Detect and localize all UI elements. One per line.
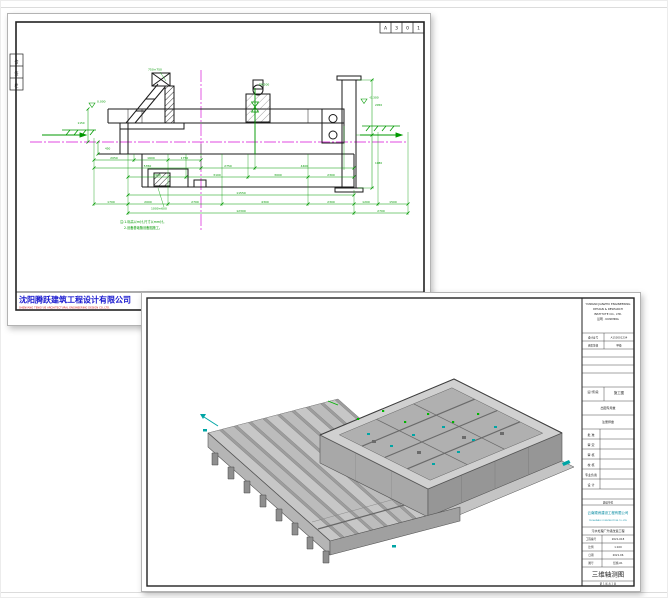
project-name: 污水处理厂升级改造工程	[591, 528, 624, 533]
dim-label: 11550	[236, 191, 246, 195]
role-label: 审 定	[588, 442, 595, 447]
elevation-label: -0.300	[369, 96, 379, 100]
dim-label: 1980	[375, 161, 382, 165]
dim-label: 2300	[327, 173, 335, 177]
role-label: 专业负责	[585, 472, 597, 477]
corner-cell: 0	[406, 26, 409, 32]
cert-label: 设计证号	[588, 336, 599, 340]
dim-label: 2000	[144, 200, 152, 204]
elevation-mark-icon	[89, 103, 95, 108]
grade-label: 资质等级	[588, 344, 599, 348]
role-label: 审 核	[588, 452, 595, 457]
date-label: 日期	[588, 553, 594, 557]
dim-label: 2300	[327, 200, 335, 204]
sign-box-char: 栏	[15, 82, 19, 88]
dim-label: 450	[105, 147, 111, 151]
grade-value: 甲级	[616, 344, 622, 348]
dimension-labels: 2050 1600 1750 5350 2750 4400 2900 3100 …	[77, 103, 396, 213]
sheet1-frame	[10, 22, 424, 310]
corner-cell: A	[384, 26, 388, 32]
no-label: 图号	[588, 561, 594, 565]
page-label: 第 1 张 共 1 张	[600, 581, 617, 585]
dim-label: 3000	[274, 173, 282, 177]
elevation-label: 0.000	[97, 100, 106, 104]
company-name-cn: 沈阳腾跃建筑工程设计有限公司	[19, 295, 131, 305]
dim-label: 1200	[362, 200, 370, 204]
sign-box-labels: 会 签 栏	[15, 58, 19, 88]
role-label: 校 核	[588, 462, 595, 467]
corner-cell: 3	[395, 26, 398, 32]
dim-label: 3100	[213, 173, 221, 177]
dim-label: 2750	[224, 164, 232, 168]
reg-label: 注册师章	[602, 419, 614, 424]
proj-no-value: 2021-018	[612, 537, 625, 541]
dim-label: 2050	[375, 103, 382, 107]
cad-sheet-3d-view[interactable]: YUNNAN JIANZHU ENGINEERING DESIGN & RESE…	[141, 292, 641, 592]
sheet2-title-grid	[582, 333, 634, 581]
stage-value: 施工图	[614, 390, 625, 395]
institute-line: DESIGN & RESEARCH	[593, 307, 623, 311]
owner-label: 建设单位	[603, 500, 614, 504]
stage-label: 设计阶段	[587, 390, 598, 394]
institute-line: INSTITUTE CO., LTD.	[594, 312, 622, 316]
dim-label: 2700	[191, 200, 199, 204]
institute-line: 昆明 · KUNMING	[597, 317, 619, 321]
institute-line: YUNNAN JIANZHU ENGINEERING	[586, 302, 631, 306]
elevation-mark-icon	[361, 99, 367, 104]
dim-label: 1750	[181, 156, 189, 160]
company-name-en: SHENYANG TENGYUE ARCHITECTURAL ENGINEERI…	[19, 306, 110, 310]
desktop-canvas: A 3 0 1 会 签 栏	[0, 0, 668, 598]
pipe-label: DN200	[259, 83, 269, 87]
sign-box-char: 会	[15, 58, 19, 64]
structure-linework	[98, 73, 363, 192]
note-line: 2.设备基础随设备图施工。	[124, 225, 162, 230]
centerlines	[30, 70, 406, 232]
dim-label: 1150	[77, 121, 84, 125]
annotations: 0.000 -0.300 750×750 DN200 1000×600 注:1.…	[89, 68, 379, 231]
seal-label: 出图专用章	[600, 405, 615, 410]
cad-sheet-section-drawing[interactable]: A 3 0 1 会 签 栏	[7, 13, 431, 326]
sheet1-svg: A 3 0 1 会 签 栏	[8, 14, 432, 327]
scale-value: 1:100	[614, 545, 622, 549]
role-label: 设 计	[588, 482, 595, 487]
dim-label: 2900	[153, 173, 161, 177]
dim-label: 5350	[144, 164, 152, 168]
role-label: 批 准	[588, 432, 595, 437]
dim-label: 1700	[107, 200, 115, 204]
dim-label: 2700	[377, 209, 385, 213]
pipes-and-ground	[42, 88, 402, 154]
cert-value: A153001234	[611, 336, 628, 340]
dim-label: 4400	[301, 164, 309, 168]
dim-label: 1500	[389, 200, 397, 204]
date-value: 2021.06	[613, 553, 624, 557]
proj-no-label: 工程编号	[586, 537, 597, 541]
drawing-title: 三维轴测图	[592, 570, 625, 579]
dim-label: 12300	[236, 209, 246, 213]
hole-label: 750×750	[148, 68, 162, 72]
sign-box-char: 签	[15, 70, 19, 76]
builder-company: 云南顺睿建设工程有限公司	[588, 510, 629, 515]
sheet2-svg: YUNNAN JIANZHU ENGINEERING DESIGN & RESE…	[142, 293, 642, 593]
dim-label: 1600	[147, 156, 155, 160]
note-line: 注:1.标高以m计,尺寸以mm计。	[120, 219, 166, 224]
top-rule	[1, 7, 667, 8]
outlet-label: 1000×600	[151, 207, 167, 211]
corner-cell: 1	[417, 26, 420, 32]
no-value: 结施-01	[613, 561, 623, 565]
dim-label: 2050	[110, 156, 118, 160]
scale-label: 比例	[588, 545, 594, 549]
builder-company-en: YN SHUNRUI CONSTRUCTION CO.,LTD.	[589, 520, 628, 522]
dim-label: 4300	[261, 200, 269, 204]
model-3d	[200, 379, 574, 563]
